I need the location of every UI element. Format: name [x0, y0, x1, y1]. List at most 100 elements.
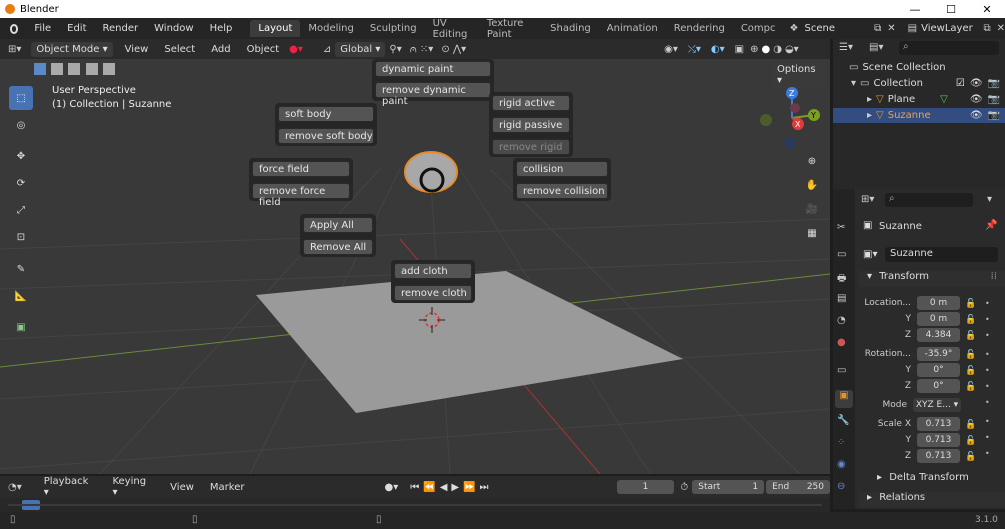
- select-intersect-icon[interactable]: [102, 63, 115, 75]
- add-cube-tool[interactable]: ▣: [9, 315, 33, 339]
- tab-sculpting[interactable]: Sculpting: [362, 20, 425, 37]
- expand-arrow-icon[interactable]: ▾: [851, 78, 856, 89]
- tab-compositing[interactable]: Compc: [733, 20, 784, 37]
- timeline-scrubber[interactable]: [0, 498, 830, 512]
- clock-icon[interactable]: ⏱: [680, 482, 688, 493]
- lock-icon[interactable]: 🔓: [965, 296, 976, 312]
- mode-dropdown[interactable]: Object Mode ▾: [31, 41, 113, 57]
- keyframe-dot-icon[interactable]: •: [985, 328, 990, 344]
- pan-view-button[interactable]: ✋: [800, 173, 824, 197]
- shading-material-icon[interactable]: ◑: [773, 44, 782, 55]
- rigid-active-button[interactable]: rigid active: [492, 95, 570, 111]
- keyframe-dot-icon[interactable]: •: [985, 347, 990, 363]
- camera-render-icon[interactable]: 📷: [988, 78, 1000, 89]
- scene-selector[interactable]: Scene: [804, 23, 874, 34]
- jump-end-icon[interactable]: ⏭: [480, 482, 489, 493]
- 3d-viewport[interactable]: Options ▾ User Perspective (1) Collectio…: [0, 59, 830, 474]
- timeline-editor-icon[interactable]: ◔▾: [8, 482, 22, 493]
- tab-shading[interactable]: Shading: [542, 20, 599, 37]
- lock-icon[interactable]: 🔓: [965, 433, 976, 449]
- checkbox-icon[interactable]: ☑: [956, 78, 965, 89]
- material-icon[interactable]: ●▾: [289, 44, 303, 55]
- shading-rendered-icon[interactable]: ◒▾: [785, 44, 799, 55]
- start-frame-field[interactable]: Start 1: [692, 480, 765, 494]
- object-data-icon[interactable]: ▣▾: [863, 249, 877, 260]
- menu-help[interactable]: Help: [202, 23, 241, 34]
- menu-edit[interactable]: Edit: [59, 23, 94, 34]
- apply-all-button[interactable]: Apply All: [303, 217, 373, 233]
- menu-render[interactable]: Render: [95, 23, 147, 34]
- current-frame-field[interactable]: 1: [616, 480, 675, 494]
- shading-solid-icon[interactable]: ●: [761, 44, 770, 55]
- render-tab-icon[interactable]: ▭: [837, 249, 846, 260]
- play-icon[interactable]: ▶: [451, 482, 459, 493]
- keyframe-dot-icon[interactable]: •: [985, 395, 990, 411]
- rotate-tool[interactable]: ⟳: [9, 171, 33, 195]
- maximize-button[interactable]: ☐: [933, 0, 969, 18]
- keyframe-dot-icon[interactable]: •: [985, 296, 990, 312]
- transform-header[interactable]: ▾ Transform ⁞⁞: [859, 271, 1005, 287]
- menu-window[interactable]: Window: [146, 23, 201, 34]
- outliner-filter-icon[interactable]: ▤▾: [869, 42, 883, 53]
- outliner-row-plane[interactable]: ▸ ▽ Plane ▽ 👁 📷: [833, 92, 1005, 107]
- select-subtract-icon[interactable]: [68, 63, 81, 75]
- camera-view-button[interactable]: 🎥: [800, 197, 824, 221]
- lock-icon[interactable]: 🔓: [965, 449, 976, 465]
- object-tab-icon[interactable]: ▣: [835, 390, 853, 408]
- view-layer-tab-icon[interactable]: ▤: [837, 293, 846, 304]
- snap-icon[interactable]: ⩀ ⁙▾: [410, 44, 434, 55]
- object-name-field[interactable]: Suzanne: [885, 247, 998, 262]
- overlay-toggle-icon[interactable]: ◐▾: [711, 44, 725, 55]
- end-frame-field[interactable]: End 250: [766, 480, 830, 494]
- keyframe-dot-icon[interactable]: •: [985, 379, 990, 395]
- gizmo-neg-y-axis[interactable]: [760, 114, 772, 126]
- orientation-dropdown[interactable]: Global ▾: [335, 41, 386, 57]
- menu-file[interactable]: File: [26, 23, 59, 34]
- suzanne-mesh[interactable]: [404, 151, 458, 193]
- keyframe-dot-icon[interactable]: •: [985, 312, 990, 328]
- tool-tab-icon[interactable]: ✂: [837, 222, 845, 233]
- delta-transform-header[interactable]: ▸ Delta Transform: [859, 472, 1005, 487]
- scene-new-icon[interactable]: ⧉: [874, 23, 881, 34]
- lock-icon[interactable]: 🔓: [965, 312, 976, 328]
- viewlayer-close-icon[interactable]: ✕: [997, 23, 1005, 34]
- outliner-row-suzanne[interactable]: ▸ ▽ Suzanne 👁 📷: [833, 108, 1005, 123]
- play-reverse-icon[interactable]: ◀: [440, 482, 448, 493]
- scale-tool[interactable]: ⤢: [9, 198, 33, 222]
- keyframe-dot-icon[interactable]: •: [985, 430, 990, 446]
- rotation-z-field[interactable]: 0°: [917, 379, 960, 393]
- record-icon[interactable]: ●▾: [384, 482, 398, 493]
- rotation-y-field[interactable]: 0°: [917, 363, 960, 377]
- camera-render-icon[interactable]: 📷: [988, 94, 1000, 105]
- outliner-row-scene-collection[interactable]: ▭ Scene Collection: [833, 60, 1005, 75]
- camera-render-icon[interactable]: 📷: [988, 110, 1000, 121]
- rotation-x-field[interactable]: -35.9°: [917, 347, 960, 361]
- gizmo-toggle-icon[interactable]: ⤯▾: [688, 44, 701, 55]
- particles-tab-icon[interactable]: ⁘: [837, 437, 845, 448]
- remove-all-button[interactable]: Remove All: [303, 239, 373, 255]
- props-options-icon[interactable]: ▾: [987, 194, 992, 205]
- timeline-scrollbar[interactable]: [8, 504, 822, 506]
- gizmo-neg-z-axis[interactable]: [784, 137, 796, 149]
- tab-animation[interactable]: Animation: [599, 20, 666, 37]
- mesh-data-icon[interactable]: ▽: [940, 94, 948, 105]
- remove-collision-button[interactable]: remove collision: [516, 183, 608, 199]
- viewlayer-new-icon[interactable]: ⧉: [983, 23, 990, 34]
- close-button[interactable]: ✕: [969, 0, 1005, 18]
- keyframe-dot-icon[interactable]: •: [985, 363, 990, 379]
- jump-start-icon[interactable]: ⏮: [410, 482, 419, 493]
- collection-tab-icon[interactable]: ▭: [837, 365, 846, 376]
- modifier-tab-icon[interactable]: 🔧: [837, 415, 849, 426]
- dynamic-paint-button[interactable]: dynamic paint: [375, 61, 491, 77]
- expand-arrow-icon[interactable]: ▸: [867, 94, 872, 105]
- location-x-field[interactable]: 0 m: [917, 296, 960, 310]
- cursor-tool[interactable]: ◎: [9, 113, 33, 137]
- playback-menu[interactable]: Playback ▾: [36, 476, 105, 498]
- remove-soft-body-button[interactable]: remove soft body: [278, 128, 374, 144]
- lock-icon[interactable]: 🔓: [965, 347, 976, 363]
- move-tool[interactable]: ✥: [9, 144, 33, 168]
- jump-keyframe-forward-icon[interactable]: ⏩: [463, 482, 475, 493]
- select-new-icon[interactable]: [34, 63, 46, 75]
- keyframe-dot-icon[interactable]: •: [985, 446, 990, 462]
- pivot-icon[interactable]: ⚲▾: [389, 44, 401, 55]
